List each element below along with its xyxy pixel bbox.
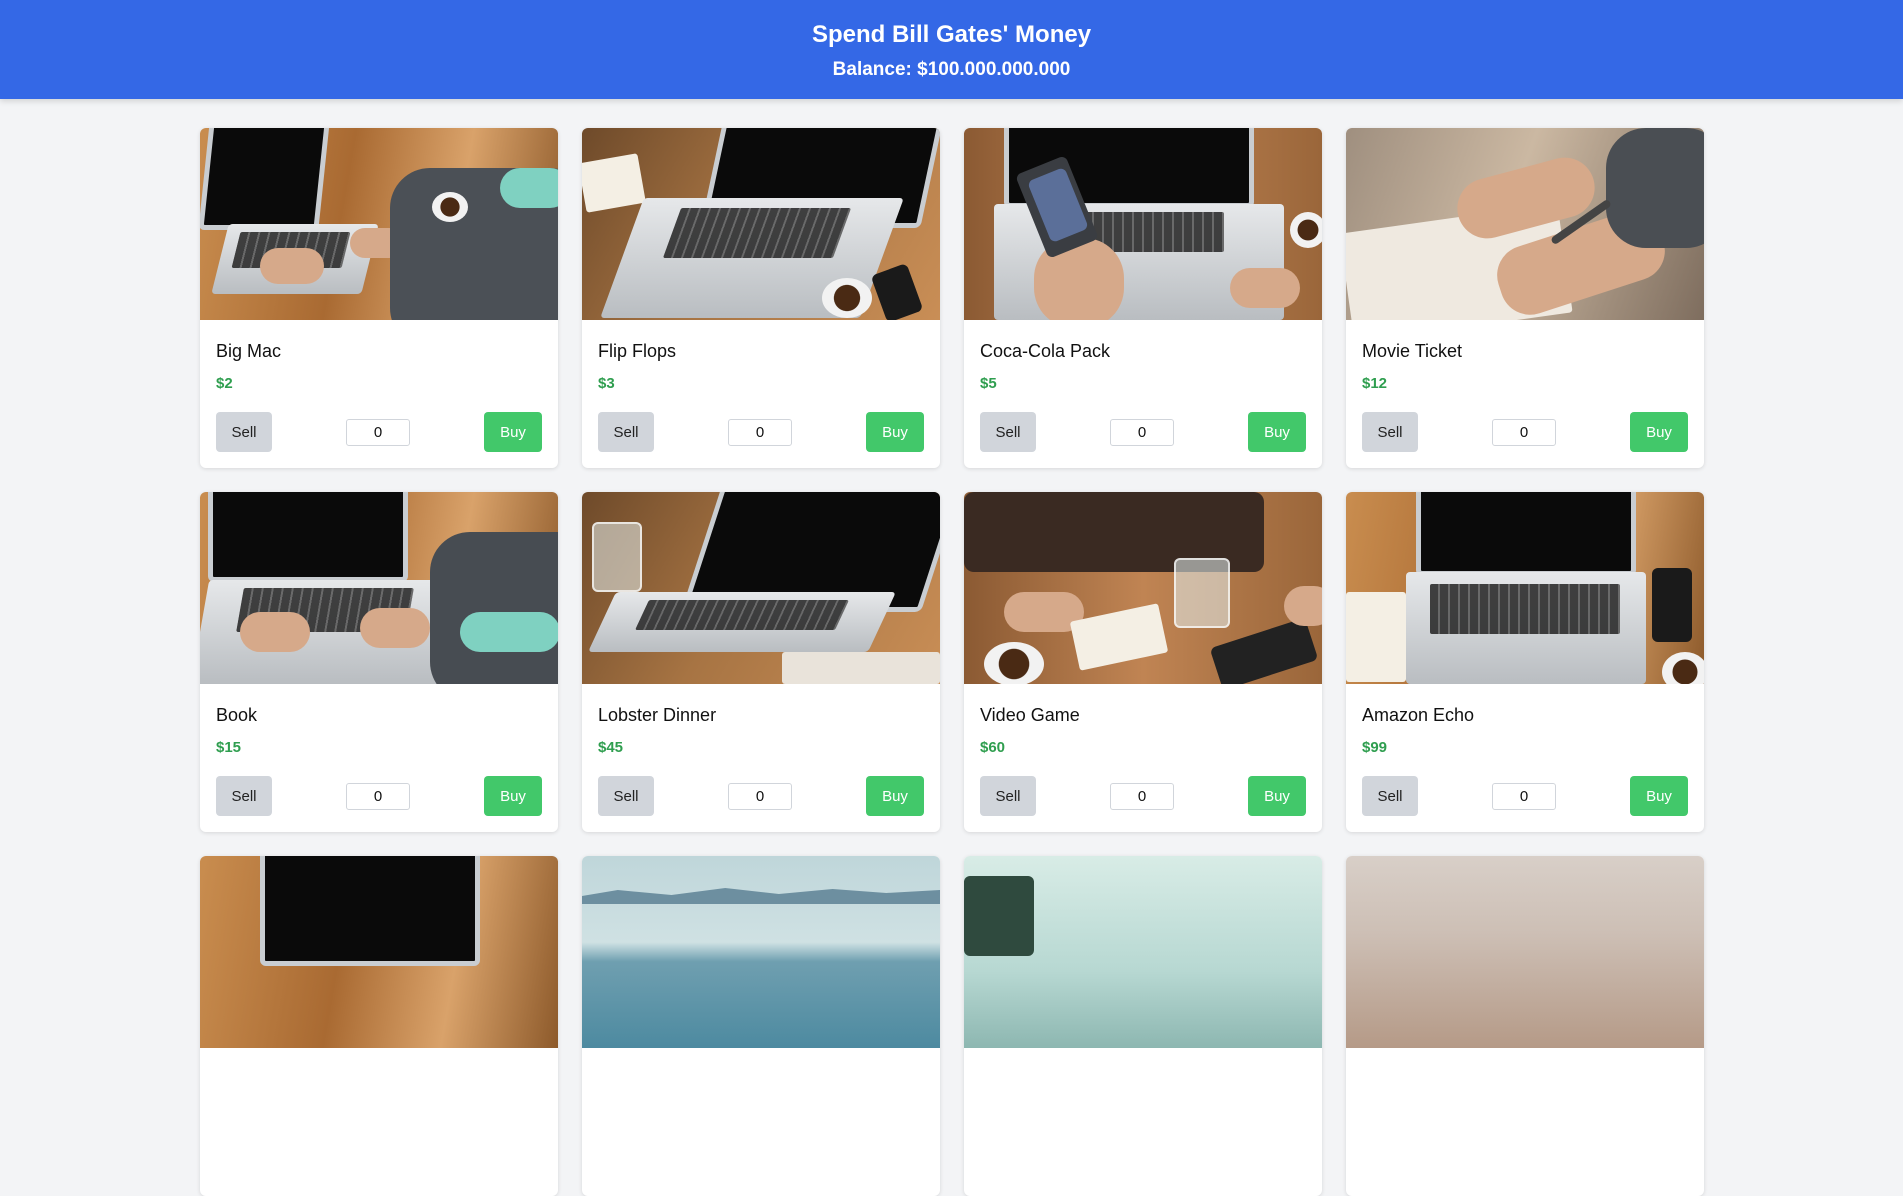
- sell-button[interactable]: Sell: [598, 412, 654, 452]
- product-image: [582, 856, 940, 1048]
- sell-button[interactable]: Sell: [1362, 412, 1418, 452]
- product-price: $5: [980, 375, 997, 392]
- page-title: Spend Bill Gates' Money: [811, 21, 1092, 48]
- product-image: [200, 128, 558, 320]
- product-card: Movie Ticket $12 Sell Buy: [1346, 128, 1704, 468]
- quantity-controls: Sell Buy: [598, 412, 924, 452]
- app-header: Spend Bill Gates' Money Balance: $100.00…: [0, 0, 1903, 99]
- buy-button[interactable]: Buy: [1248, 412, 1306, 452]
- product-image: [582, 492, 940, 684]
- quantity-input[interactable]: [346, 782, 410, 810]
- product-name: Book: [216, 705, 258, 725]
- product-card: Video Game $60 Sell Buy: [964, 492, 1322, 832]
- quantity-input[interactable]: [728, 782, 792, 810]
- product-price: $12: [1362, 375, 1388, 392]
- product-price: $3: [598, 375, 615, 392]
- product-image: [964, 856, 1322, 1048]
- quantity-controls: Sell Buy: [980, 776, 1306, 816]
- quantity-input[interactable]: [1110, 418, 1174, 446]
- product-image: [1346, 128, 1704, 320]
- product-price: $45: [598, 739, 624, 756]
- product-name: Video Game: [980, 705, 1080, 725]
- product-card: Amazon Echo $99 Sell Buy: [1346, 492, 1704, 832]
- sell-button[interactable]: Sell: [216, 412, 272, 452]
- product-image: [1346, 492, 1704, 684]
- product-image: [964, 128, 1322, 320]
- product-name: Big Mac: [216, 341, 282, 361]
- sell-button[interactable]: Sell: [980, 776, 1036, 816]
- buy-button[interactable]: Buy: [866, 776, 924, 816]
- quantity-input[interactable]: [346, 418, 410, 446]
- product-name: Amazon Echo: [1362, 705, 1475, 725]
- balance-display: Balance: $100.000.000.000: [832, 59, 1071, 80]
- product-image: [200, 856, 558, 1048]
- buy-button[interactable]: Buy: [1248, 776, 1306, 816]
- quantity-input[interactable]: [1492, 418, 1556, 446]
- buy-button[interactable]: Buy: [484, 776, 542, 816]
- product-card: [582, 856, 940, 1196]
- product-card: [200, 856, 558, 1196]
- quantity-controls: Sell Buy: [980, 412, 1306, 452]
- product-image: [200, 492, 558, 684]
- product-card: Big Mac $2 Sell Buy: [200, 128, 558, 468]
- quantity-controls: Sell Buy: [598, 776, 924, 816]
- product-price: $2: [216, 375, 233, 392]
- sell-button[interactable]: Sell: [1362, 776, 1418, 816]
- product-name: Flip Flops: [598, 341, 677, 361]
- product-price: $99: [1362, 739, 1388, 756]
- buy-button[interactable]: Buy: [484, 412, 542, 452]
- product-name: Coca-Cola Pack: [980, 341, 1111, 361]
- sell-button[interactable]: Sell: [598, 776, 654, 816]
- product-image: [582, 128, 940, 320]
- buy-button[interactable]: Buy: [1630, 776, 1688, 816]
- product-image: [964, 492, 1322, 684]
- quantity-input[interactable]: [728, 418, 792, 446]
- buy-button[interactable]: Buy: [866, 412, 924, 452]
- buy-button[interactable]: Buy: [1630, 412, 1688, 452]
- sell-button[interactable]: Sell: [980, 412, 1036, 452]
- product-card: Lobster Dinner $45 Sell Buy: [582, 492, 940, 832]
- product-grid: Big Mac $2 Sell Buy Flip Flops $3 Sell: [200, 128, 1704, 1196]
- product-image: [1346, 856, 1704, 1048]
- product-price: $15: [216, 739, 242, 756]
- quantity-input[interactable]: [1110, 782, 1174, 810]
- product-card: Flip Flops $3 Sell Buy: [582, 128, 940, 468]
- quantity-controls: Sell Buy: [216, 412, 542, 452]
- quantity-controls: Sell Buy: [1362, 412, 1688, 452]
- product-name: Lobster Dinner: [598, 705, 717, 725]
- product-name: Movie Ticket: [1362, 341, 1463, 361]
- quantity-input[interactable]: [1492, 782, 1556, 810]
- product-price: $60: [980, 739, 1006, 756]
- sell-button[interactable]: Sell: [216, 776, 272, 816]
- quantity-controls: Sell Buy: [216, 776, 542, 816]
- product-card: Book $15 Sell Buy: [200, 492, 558, 832]
- quantity-controls: Sell Buy: [1362, 776, 1688, 816]
- product-card: Coca-Cola Pack $5 Sell Buy: [964, 128, 1322, 468]
- product-card: [1346, 856, 1704, 1196]
- product-card: [964, 856, 1322, 1196]
